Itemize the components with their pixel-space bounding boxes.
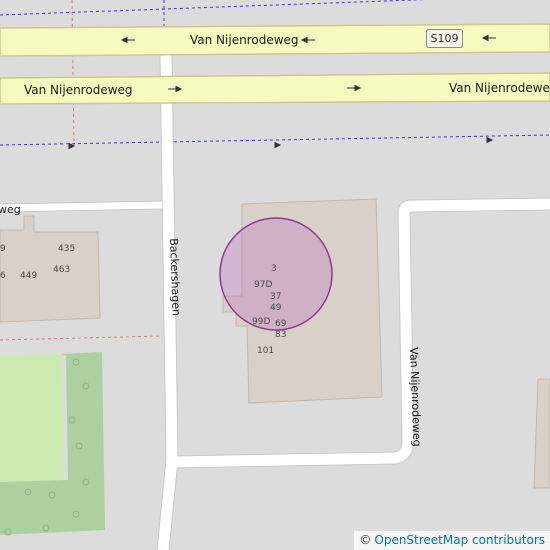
map-canvas[interactable]: Van Nijenrodeweg Van Nijenrodeweg Van Ni… xyxy=(0,0,550,550)
address-label: 463 xyxy=(53,265,71,275)
route-shield: S109 xyxy=(426,29,463,48)
address-label: 83 xyxy=(275,330,287,340)
address-label: 3 xyxy=(271,264,277,274)
address-label: 9 xyxy=(0,244,6,254)
road-label-north: Van Nijenrodeweg xyxy=(190,33,299,47)
road-label-west-partial: weg xyxy=(0,203,21,216)
boundary-blue-top xyxy=(0,0,427,16)
boundary-red-vertical xyxy=(71,0,75,147)
road-label-south-right: Van Nijenrodeweg xyxy=(449,81,550,95)
address-label: 435 xyxy=(58,244,76,254)
attribution-link[interactable]: OpenStreetMap contributors xyxy=(374,533,545,547)
building-right-edge xyxy=(533,378,550,489)
address-label: 6 xyxy=(0,271,6,281)
map-attribution: © OpenStreetMap contributors xyxy=(354,531,550,550)
building-left xyxy=(0,215,101,323)
address-label: 99D xyxy=(252,317,271,327)
park-area xyxy=(0,354,64,502)
road-label-backershagen: Backershagen xyxy=(167,238,183,317)
location-radius-marker[interactable] xyxy=(219,217,333,331)
address-label: 97D xyxy=(254,280,273,290)
address-label: 69 xyxy=(275,319,287,329)
boundary-red-horizontal xyxy=(0,335,163,341)
copyright-symbol: © xyxy=(359,533,372,547)
address-label: 49 xyxy=(270,303,282,313)
address-label: 449 xyxy=(20,271,38,281)
address-label: 37 xyxy=(270,292,282,302)
address-label: 101 xyxy=(257,346,275,356)
road-label-south-left: Van Nijenrodeweg xyxy=(24,83,133,97)
